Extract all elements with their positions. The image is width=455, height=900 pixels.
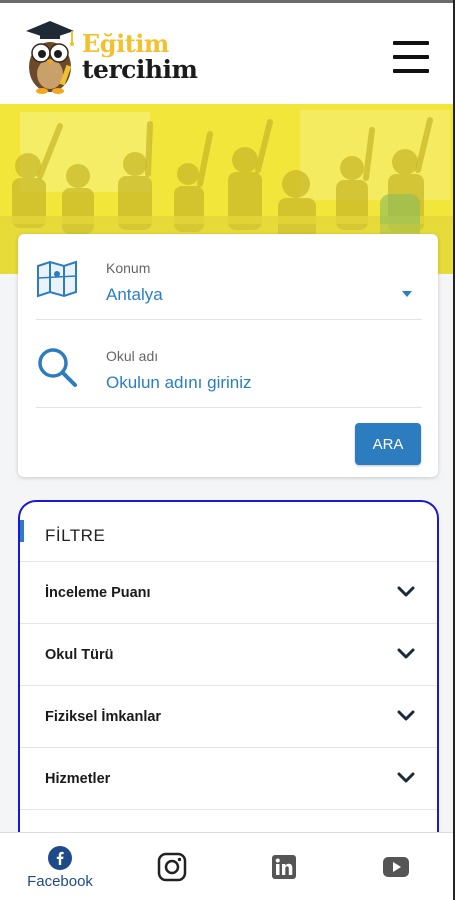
owl-logo-icon — [26, 21, 74, 94]
filter-item-review-score[interactable]: İnceleme Puanı — [20, 562, 437, 624]
facebook-link[interactable]: Facebook — [15, 833, 105, 899]
filter-title: FİLTRE — [45, 526, 106, 545]
school-name-label: Okul adı — [106, 348, 159, 364]
map-icon — [37, 260, 77, 298]
facebook-icon — [48, 846, 72, 870]
search-button[interactable]: ARA — [355, 423, 421, 465]
chevron-down-icon[interactable] — [397, 648, 415, 660]
social-bottom-bar: Facebook — [0, 832, 455, 900]
filter-header: FİLTRE — [20, 502, 437, 562]
search-icon — [38, 348, 77, 387]
school-name-field[interactable]: Okul adı Okulun adını giriniz — [36, 322, 422, 408]
school-name-input[interactable]: Okulun adını giriniz — [106, 373, 252, 393]
filter-item-label: İnceleme Puanı — [45, 585, 151, 601]
dropdown-caret-icon[interactable] — [402, 291, 412, 297]
filter-item-label: Hizmetler — [45, 771, 111, 787]
location-label: Konum — [106, 260, 151, 276]
linkedin-icon — [272, 855, 296, 879]
app-screen: Eğitim tercihim Konum Antalya Okul adı O… — [0, 0, 455, 900]
instagram-icon — [157, 852, 187, 882]
filter-accent-bar — [20, 520, 24, 542]
logo[interactable]: Eğitim tercihim — [22, 17, 198, 97]
facebook-label: Facebook — [27, 873, 93, 890]
chevron-down-icon[interactable] — [397, 710, 415, 722]
chevron-down-icon[interactable] — [397, 772, 415, 784]
hamburger-menu-icon[interactable] — [393, 41, 429, 73]
filter-panel: FİLTRE İnceleme Puanı Okul Türü Fiziksel… — [18, 500, 439, 860]
logo-title-line1: Eğitim — [82, 29, 169, 58]
location-select[interactable]: Konum Antalya — [36, 234, 422, 320]
filter-item-services[interactable]: Hizmetler — [20, 748, 437, 810]
filter-item-label: Fiziksel İmkanlar — [45, 709, 162, 725]
youtube-link[interactable] — [351, 833, 441, 899]
linkedin-link[interactable] — [239, 833, 329, 899]
youtube-icon — [383, 857, 409, 877]
filter-item-label: Okul Türü — [45, 647, 114, 663]
chevron-down-icon[interactable] — [397, 586, 415, 598]
filter-item-physical-facilities[interactable]: Fiziksel İmkanlar — [20, 686, 437, 748]
location-value[interactable]: Antalya — [106, 285, 163, 305]
logo-title-line2: tercihim — [82, 55, 198, 84]
filter-item-school-type[interactable]: Okul Türü — [20, 624, 437, 686]
instagram-link[interactable] — [127, 833, 217, 899]
app-header: Eğitim tercihim — [0, 0, 455, 104]
search-card: Konum Antalya Okul adı Okulun adını giri… — [18, 234, 438, 477]
